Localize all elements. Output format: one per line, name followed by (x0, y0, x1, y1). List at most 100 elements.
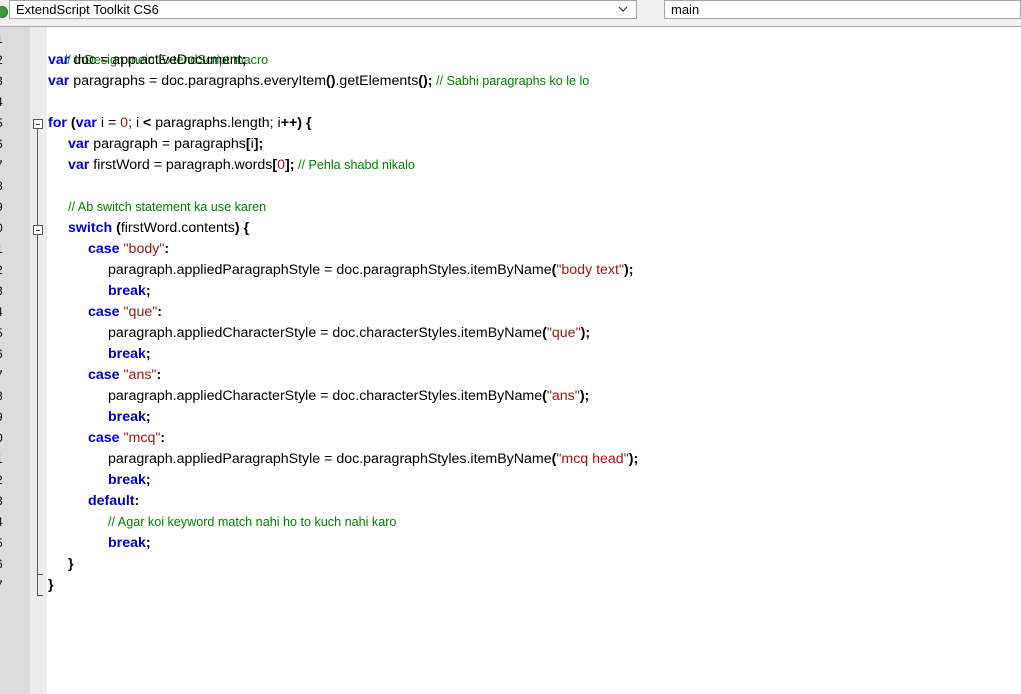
target-app-label: ExtendScript Toolkit CS6 (16, 2, 159, 17)
code-punct: } (68, 556, 74, 572)
line-number: 3 (0, 281, 10, 302)
code-text: ; i (128, 115, 144, 131)
chevron-down-icon (618, 6, 628, 12)
code-string: "mcq head" (556, 451, 629, 467)
code-punct: ) { (234, 220, 250, 236)
code-line: break; (108, 470, 151, 491)
fold-collapse-icon[interactable] (33, 119, 43, 129)
code-line: // InDesign mein ExtendScript macro (48, 29, 268, 67)
line-number: 2 (0, 260, 10, 281)
code-text: paragraphs.length; i (151, 115, 281, 131)
keyword: switch (68, 220, 113, 236)
code-punct: ++ (280, 115, 298, 131)
code-punct: ( (66, 115, 76, 131)
line-number: 6 (0, 554, 10, 575)
code-line: var firstWord = paragraph.words[0]; // P… (68, 155, 415, 176)
code-line: var paragraphs = doc.paragraphs.everyIte… (48, 71, 589, 92)
code-comment: // Pehla shabd nikalo (294, 158, 415, 172)
keyword: var (48, 52, 70, 68)
fold-guide-line (37, 235, 38, 574)
line-number: 7 (0, 155, 10, 176)
line-number: 0 (0, 218, 10, 239)
keyword: break (108, 283, 146, 299)
code-string: "body text" (556, 262, 625, 278)
code-text: paragraph.appliedParagraphStyle = doc.pa… (108, 262, 552, 278)
line-number: 6 (0, 344, 10, 365)
line-number: 9 (0, 407, 10, 428)
code-line: case "ans": (88, 365, 161, 386)
line-number: 9 (0, 197, 10, 218)
code-text: doc = app.activeDocument (69, 52, 242, 68)
code-string: "mcq" (123, 430, 161, 446)
code-line: case "mcq": (88, 428, 165, 449)
keyword: var (48, 73, 70, 89)
code-text: paragraph.appliedCharacterStyle = doc.ch… (108, 388, 543, 404)
fold-end-marker (37, 574, 43, 575)
code-punct: ); (628, 451, 639, 467)
code-punct: ; (145, 409, 151, 425)
code-string: "que" (123, 304, 158, 320)
code-line: } (68, 554, 74, 575)
code-punct: ; (145, 346, 151, 362)
keyword: case (88, 430, 120, 446)
code-line: } (48, 575, 54, 596)
line-number: 4 (0, 512, 10, 533)
code-line: break; (108, 533, 151, 554)
target-app-icon (0, 6, 8, 18)
code-punct: ; (145, 283, 151, 299)
code-string: "body" (123, 241, 165, 257)
code-punct: ; (145, 472, 151, 488)
code-punct: } (48, 577, 54, 593)
code-punct: ); (624, 262, 634, 278)
keyword: break (108, 346, 146, 362)
code-string: "que" (546, 325, 581, 341)
keyword: case (88, 241, 120, 257)
code-line: paragraph.appliedCharacterStyle = doc.ch… (108, 386, 589, 407)
function-dropdown[interactable]: main (664, 0, 1021, 19)
line-number: 5 (0, 113, 10, 134)
keyword: break (108, 535, 146, 551)
code-line: break; (108, 281, 151, 302)
code-line: // Ab switch statement ka use karen (68, 197, 266, 218)
code-line: break; (108, 407, 151, 428)
line-number: 1 (0, 29, 10, 50)
code-punct: : (160, 430, 166, 446)
target-app-dropdown[interactable]: ExtendScript Toolkit CS6 (9, 0, 637, 19)
fold-collapse-icon[interactable] (33, 225, 43, 235)
line-number: 5 (0, 533, 10, 554)
line-number: 1 (0, 449, 10, 470)
code-line: paragraph.appliedParagraphStyle = doc.pa… (108, 449, 638, 470)
keyword: break (108, 472, 146, 488)
toolbar: ExtendScript Toolkit CS6 main (0, 0, 1021, 27)
line-number-gutter: 1 2 3 4 5 6 7 8 9 0 1 2 3 4 5 6 7 8 9 0 … (0, 27, 30, 694)
line-number: 3 (0, 491, 10, 512)
code-line: var doc = app.activeDocument; (48, 50, 246, 71)
line-number: 8 (0, 176, 10, 197)
code-punct: ) { (297, 115, 312, 131)
code-line: paragraph.appliedParagraphStyle = doc.pa… (108, 260, 633, 281)
code-text: paragraph.appliedParagraphStyle = doc.pa… (108, 451, 552, 467)
line-number: 7 (0, 575, 10, 596)
function-label: main (671, 2, 700, 17)
line-number: 2 (0, 50, 10, 71)
code-punct: ); (579, 388, 590, 404)
code-punct: ; (145, 535, 151, 551)
code-punct: ); (580, 325, 591, 341)
keyword: var (75, 115, 97, 131)
line-number: 0 (0, 428, 10, 449)
code-punct: : (164, 241, 170, 257)
keyword: break (108, 409, 146, 425)
code-punct: ; (241, 52, 247, 68)
line-number: 5 (0, 323, 10, 344)
code-punct: : (156, 367, 162, 383)
keyword: var (68, 136, 90, 152)
code-text: paragraphs = doc.paragraphs.everyItem (69, 73, 327, 89)
fold-end-marker (37, 595, 43, 596)
code-comment: // Agar koi keyword match nahi ho to kuc… (108, 515, 397, 529)
code-punct: (); (418, 73, 433, 89)
code-string: "ans" (546, 388, 580, 404)
line-number: 4 (0, 302, 10, 323)
keyword: var (68, 157, 90, 173)
code-comment: // Sabhi paragraphs ko le lo (432, 74, 590, 88)
code-line: case "body": (88, 239, 169, 260)
